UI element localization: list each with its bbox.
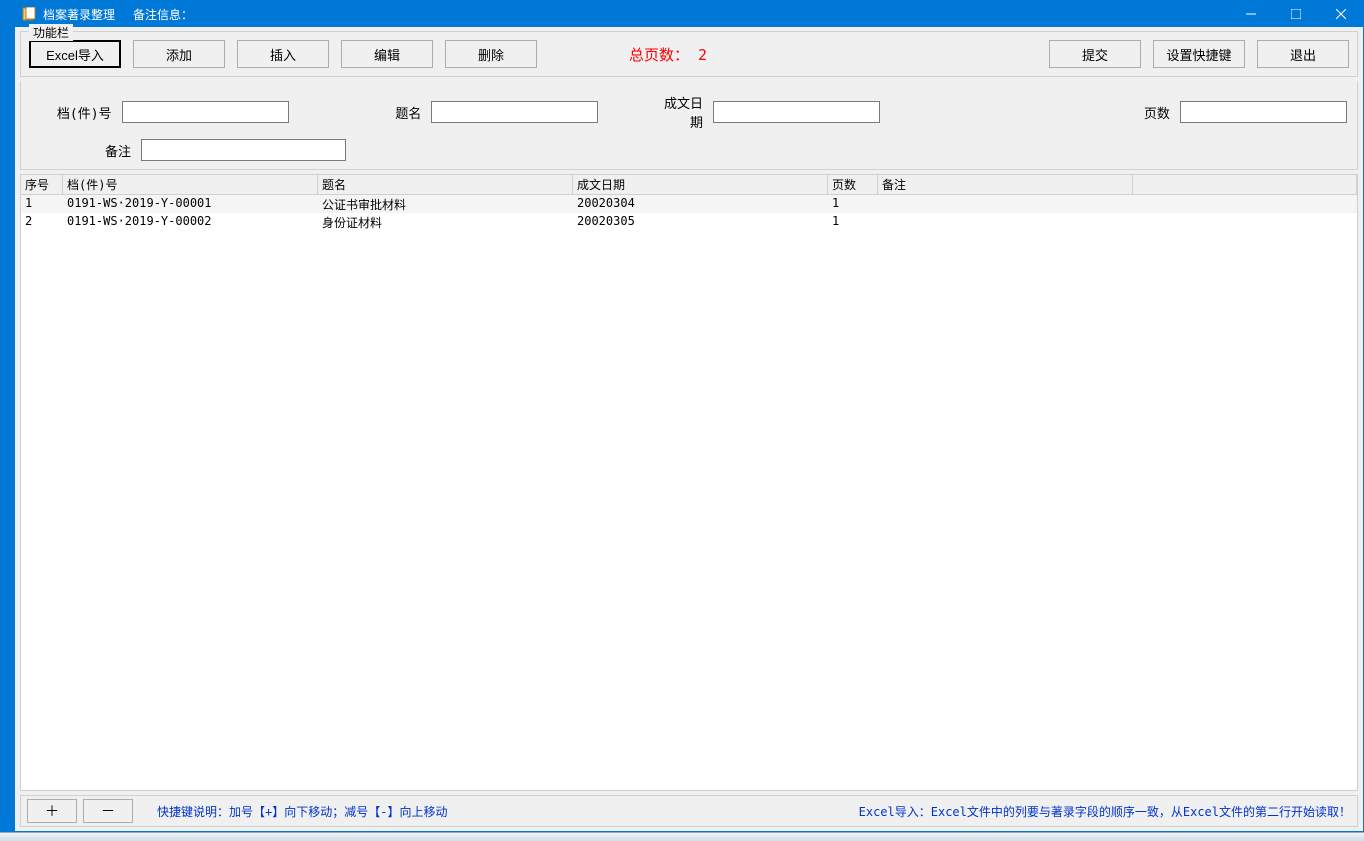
remark-label: 备注 [31,141,131,160]
date-input[interactable] [713,101,880,123]
th-extra [1133,175,1357,194]
title-input[interactable] [431,101,598,123]
th-pages[interactable]: 页数 [828,175,878,194]
minus-button[interactable]: － [83,799,133,823]
toolbar-groupbox: 功能栏 Excel导入 添加 插入 编辑 删除 总页数： 2 提交 设置快捷键 … [20,31,1358,77]
page-count: 总页数： 2 [549,44,1037,65]
shortcut-button[interactable]: 设置快捷键 [1153,40,1245,68]
form-area: 档(件)号 题名 成文日期 页数 备注 [20,81,1358,170]
app-icon [21,6,37,22]
excel-import-button[interactable]: Excel导入 [29,40,121,68]
th-remark[interactable]: 备注 [878,175,1133,194]
close-button[interactable] [1318,1,1363,27]
excel-hint: Excel导入：Excel文件中的列要与著录字段的顺序一致，从Excel文件的第… [859,803,1351,820]
maximize-button[interactable] [1273,1,1318,27]
doc-no-input[interactable] [122,101,289,123]
th-title[interactable]: 题名 [318,175,573,194]
table-header: 序号 档(件)号 题名 成文日期 页数 备注 [21,175,1357,195]
insert-button[interactable]: 插入 [237,40,329,68]
app-window: 档案著录整理 备注信息： 功能栏 Excel导入 添加 插入 编辑 删除 总页数… [14,0,1364,832]
table-row[interactable]: 10191-WS·2019-Y-00001公证书审批材料200203041 [21,195,1357,213]
titlebar[interactable]: 档案著录整理 备注信息： [15,1,1363,27]
shortcut-hint: 快捷键说明：加号【+】向下移动；减号【-】向上移动 [157,803,447,820]
date-label: 成文日期 [655,93,703,131]
add-button[interactable]: 添加 [133,40,225,68]
doc-no-label: 档(件)号 [31,103,112,122]
footer-bar: ＋ － 快捷键说明：加号【+】向下移动；减号【-】向上移动 Excel导入：Ex… [20,795,1358,827]
title-label: 题名 [373,103,421,122]
table-row[interactable]: 20191-WS·2019-Y-00002身份证材料200203051 [21,213,1357,231]
window-title: 档案著录整理 [43,6,115,23]
edit-button[interactable]: 编辑 [341,40,433,68]
pages-input[interactable] [1180,101,1347,123]
th-date[interactable]: 成文日期 [573,175,828,194]
data-table[interactable]: 序号 档(件)号 题名 成文日期 页数 备注 10191-WS·2019-Y-0… [20,174,1358,791]
th-seq[interactable]: 序号 [21,175,63,194]
taskbar[interactable] [0,832,1364,841]
delete-button[interactable]: 删除 [445,40,537,68]
exit-button[interactable]: 退出 [1257,40,1349,68]
pages-label: 页数 [1122,103,1170,122]
submit-button[interactable]: 提交 [1049,40,1141,68]
window-remark-label: 备注信息： [133,6,193,23]
groupbox-title: 功能栏 [29,24,73,41]
th-doc[interactable]: 档(件)号 [63,175,318,194]
plus-button[interactable]: ＋ [27,799,77,823]
remark-input[interactable] [141,139,346,161]
minimize-button[interactable] [1228,1,1273,27]
